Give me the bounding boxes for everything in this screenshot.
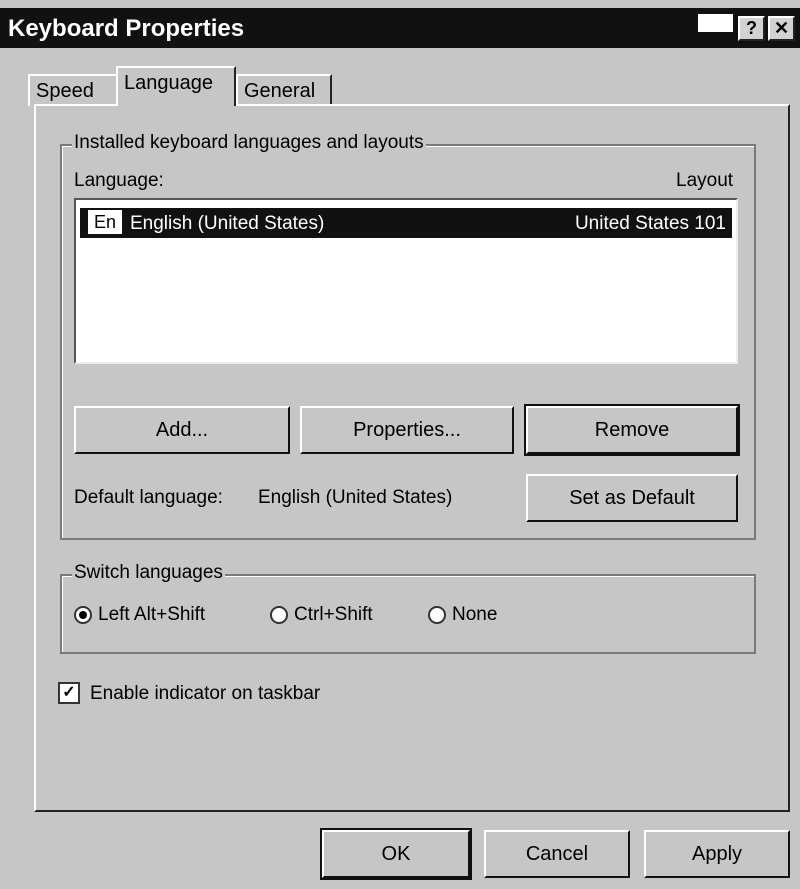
radio-none-label: None [452, 604, 498, 625]
cancel-button-label: Cancel [525, 843, 589, 865]
tab-language-label: Language [124, 72, 213, 94]
language-column-header: Language: [74, 170, 164, 191]
keyboard-properties-dialog: Keyboard Properties ? ✕ Speed Language G… [0, 0, 800, 889]
radio-left-alt-shift-label: Left Alt+Shift [98, 604, 206, 625]
radio-none[interactable]: None [428, 604, 497, 626]
installed-group-title: Installed keyboard languages and layouts [72, 132, 426, 154]
apply-button[interactable]: Apply [644, 830, 790, 878]
enable-indicator-label[interactable]: Enable indicator on taskbar [90, 683, 320, 705]
close-button[interactable]: ✕ [768, 16, 795, 41]
radio-ctrl-shift-label: Ctrl+Shift [294, 604, 373, 625]
default-language-label: Default language: [74, 487, 223, 508]
ok-button-label: OK [381, 843, 411, 865]
window-title: Keyboard Properties [8, 15, 245, 42]
properties-button[interactable]: Properties... [300, 406, 514, 454]
properties-button-label: Properties... [353, 419, 461, 441]
list-item[interactable]: En English (United States) United States… [80, 208, 732, 238]
tab-general-label: General [244, 80, 316, 102]
title-bar[interactable]: Keyboard Properties ? ✕ [0, 8, 800, 48]
set-as-default-button[interactable]: Set as Default [526, 474, 738, 522]
default-language-value: English (United States) [258, 487, 453, 508]
enable-indicator-checkbox[interactable]: ✓ [58, 682, 80, 704]
close-icon: ✕ [773, 18, 790, 38]
apply-button-label: Apply [691, 843, 743, 865]
cancel-button[interactable]: Cancel [484, 830, 630, 878]
add-button-label: Add... [155, 419, 209, 441]
installed-languages-list[interactable]: En English (United States) United States… [74, 198, 738, 364]
checkbox-check-icon: ✓ [62, 684, 76, 701]
tab-general[interactable]: General [236, 74, 332, 106]
radio-left-alt-shift[interactable]: Left Alt+Shift [74, 604, 205, 626]
tab-speed-label: Speed [36, 80, 94, 102]
radio-left-alt-shift-indicator [74, 606, 92, 624]
help-button[interactable]: ? [738, 16, 765, 41]
help-icon: ? [746, 18, 757, 38]
language-indicator-icon: En [88, 210, 122, 234]
radio-ctrl-shift[interactable]: Ctrl+Shift [270, 604, 373, 626]
add-button[interactable]: Add... [74, 406, 290, 454]
remove-button-label: Remove [594, 419, 670, 441]
layout-column-header: Layout [676, 170, 734, 191]
row-language: English (United States) [130, 213, 325, 234]
tab-speed[interactable]: Speed [28, 74, 118, 106]
radio-none-indicator [428, 606, 446, 624]
ok-button[interactable]: OK [320, 828, 472, 880]
set-as-default-label: Set as Default [569, 487, 695, 509]
remove-button[interactable]: Remove [524, 404, 740, 456]
row-layout: United States 101 [574, 213, 726, 234]
switch-group-title: Switch languages [72, 562, 225, 584]
radio-ctrl-shift-indicator [270, 606, 288, 624]
tab-language[interactable]: Language [116, 66, 236, 106]
titlebar-highlight [698, 14, 733, 32]
